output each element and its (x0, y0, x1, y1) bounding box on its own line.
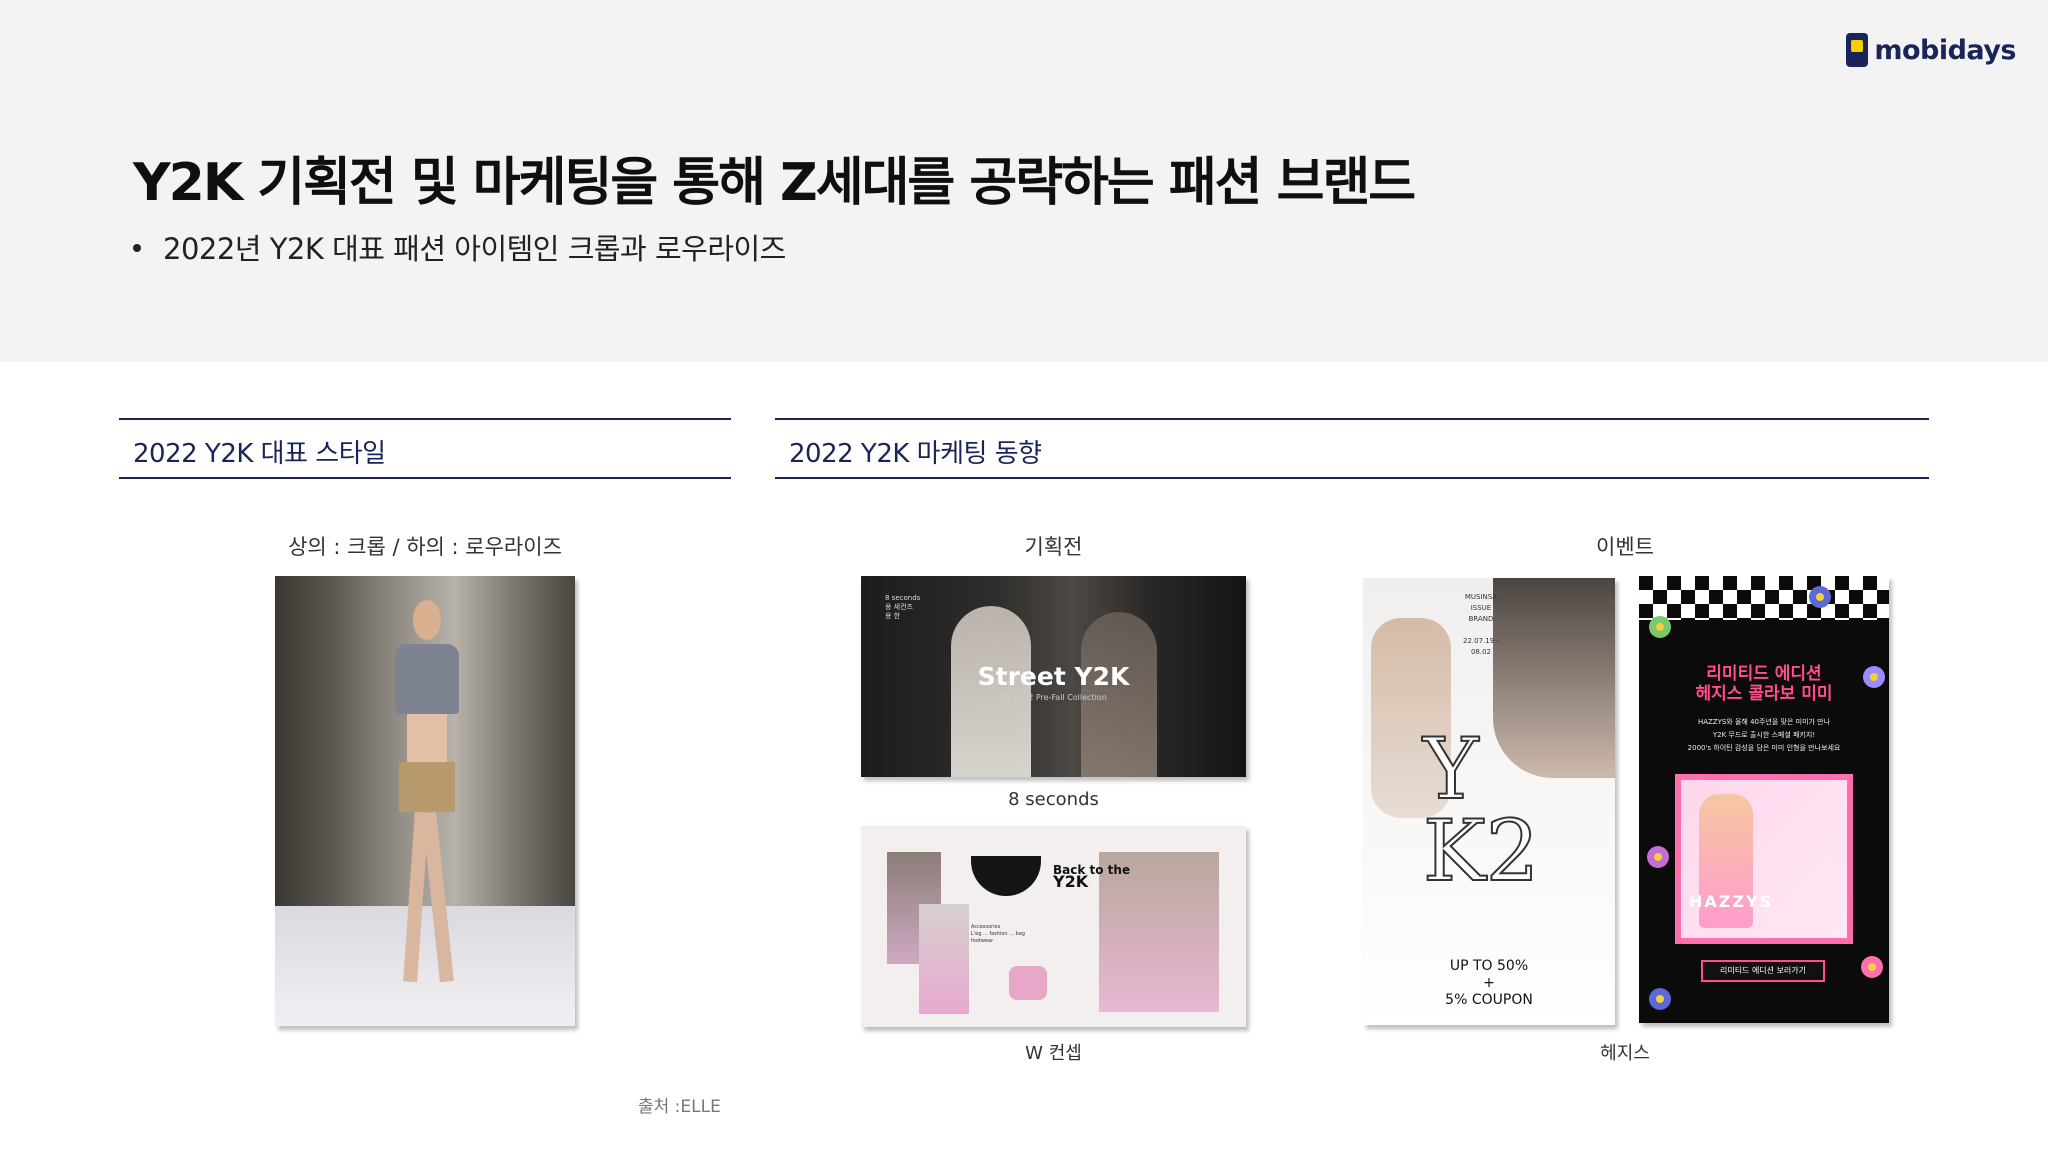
logo-text: mobidays (1874, 34, 2016, 66)
section-title-marketing: 2022 Y2K 마케팅 동향 (789, 439, 1042, 469)
musinsa-y2k-art: Y K2 (1422, 720, 1540, 900)
mobidays-logo-icon (1846, 33, 1869, 67)
section-header-marketing: 2022 Y2K 마케팅 동향 (775, 418, 1929, 479)
model-figure (387, 596, 467, 996)
wconcept-banner: Back to the Y2K Accessories L'eg ... fas… (861, 826, 1246, 1027)
musinsa-event-image: MUSINSA ISSUE BRAND 22.07.19 - 08.02 Y K… (1363, 578, 1615, 1025)
hazzys-headline: 리미티드 에디션 헤지스 콜라보 미미 (1695, 664, 1833, 704)
section-header-style: 2022 Y2K 대표 스타일 (119, 418, 731, 479)
hazzys-cta-button: 리미티드 에디션 보러가기 (1701, 960, 1825, 982)
eight-seconds-caption: 8 seconds (1008, 789, 1099, 810)
eight-seconds-headline: Street Y2K (977, 662, 1130, 691)
event-label: 이벤트 (1596, 535, 1654, 559)
bullet-item: 2022년 Y2K 대표 패션 아이템인 크롭과 로우라이즈 (133, 226, 786, 268)
wconcept-tiny-text: Accessories L'eg ... fashion ... bag foo… (971, 924, 1025, 944)
flower-icon (1649, 616, 1671, 638)
brand-logo: mobidays (1846, 30, 2016, 70)
flower-icon (1649, 988, 1671, 1010)
hazzys-doll-logo: HAZZYS (1689, 892, 1774, 911)
hazzys-caption: 헤지스 (1600, 1043, 1650, 1064)
musinsa-header: MUSINSA ISSUE BRAND 22.07.19 - 08.02 (1463, 593, 1499, 656)
musinsa-coupon: UP TO 50% + 5% COUPON (1445, 958, 1533, 1008)
exhibition-label: 기획전 (1024, 535, 1083, 559)
flower-icon (1647, 846, 1669, 868)
page-title: Y2K 기획전 및 마케팅을 통해 Z세대를 공략하는 패션 브랜드 (133, 153, 1416, 213)
eight-seconds-sub: 8S 2022 Pre-Fall Collection (1000, 693, 1107, 702)
bag-image (971, 856, 1041, 896)
wconcept-headline: Back to the Y2K (1053, 863, 1131, 891)
bullet-text: 2022년 Y2K 대표 패션 아이템인 크롭과 로우라이즈 (163, 232, 786, 266)
flower-icon (1809, 586, 1831, 608)
eight-seconds-brand: 8 seconds 용 세컨즈 용 한 (885, 594, 921, 620)
section-title-style: 2022 Y2K 대표 스타일 (133, 439, 386, 469)
bullet-dot-icon (133, 244, 141, 252)
checker-pattern (1639, 576, 1889, 620)
doll-package: HAZZYS (1675, 774, 1853, 944)
source-credit: 출처 :ELLE (638, 1097, 721, 1117)
hazzys-event-image: 리미티드 에디션 헤지스 콜라보 미미 HAZZYS와 올해 40주년을 맞은 … (1639, 576, 1889, 1023)
flower-icon (1861, 956, 1883, 978)
hazzys-desc: HAZZYS와 올해 40주년을 맞은 미미가 만나 Y2K 무드로 출시한 스… (1687, 718, 1841, 752)
style-caption: 상의 : 크롭 / 하의 : 로우라이즈 (288, 535, 562, 559)
eight-seconds-banner: 8 seconds 용 세컨즈 용 한 Street Y2K 8S 2022 P… (861, 576, 1246, 777)
wconcept-caption: W 컨셉 (1025, 1043, 1082, 1064)
runway-photo (275, 576, 575, 1026)
